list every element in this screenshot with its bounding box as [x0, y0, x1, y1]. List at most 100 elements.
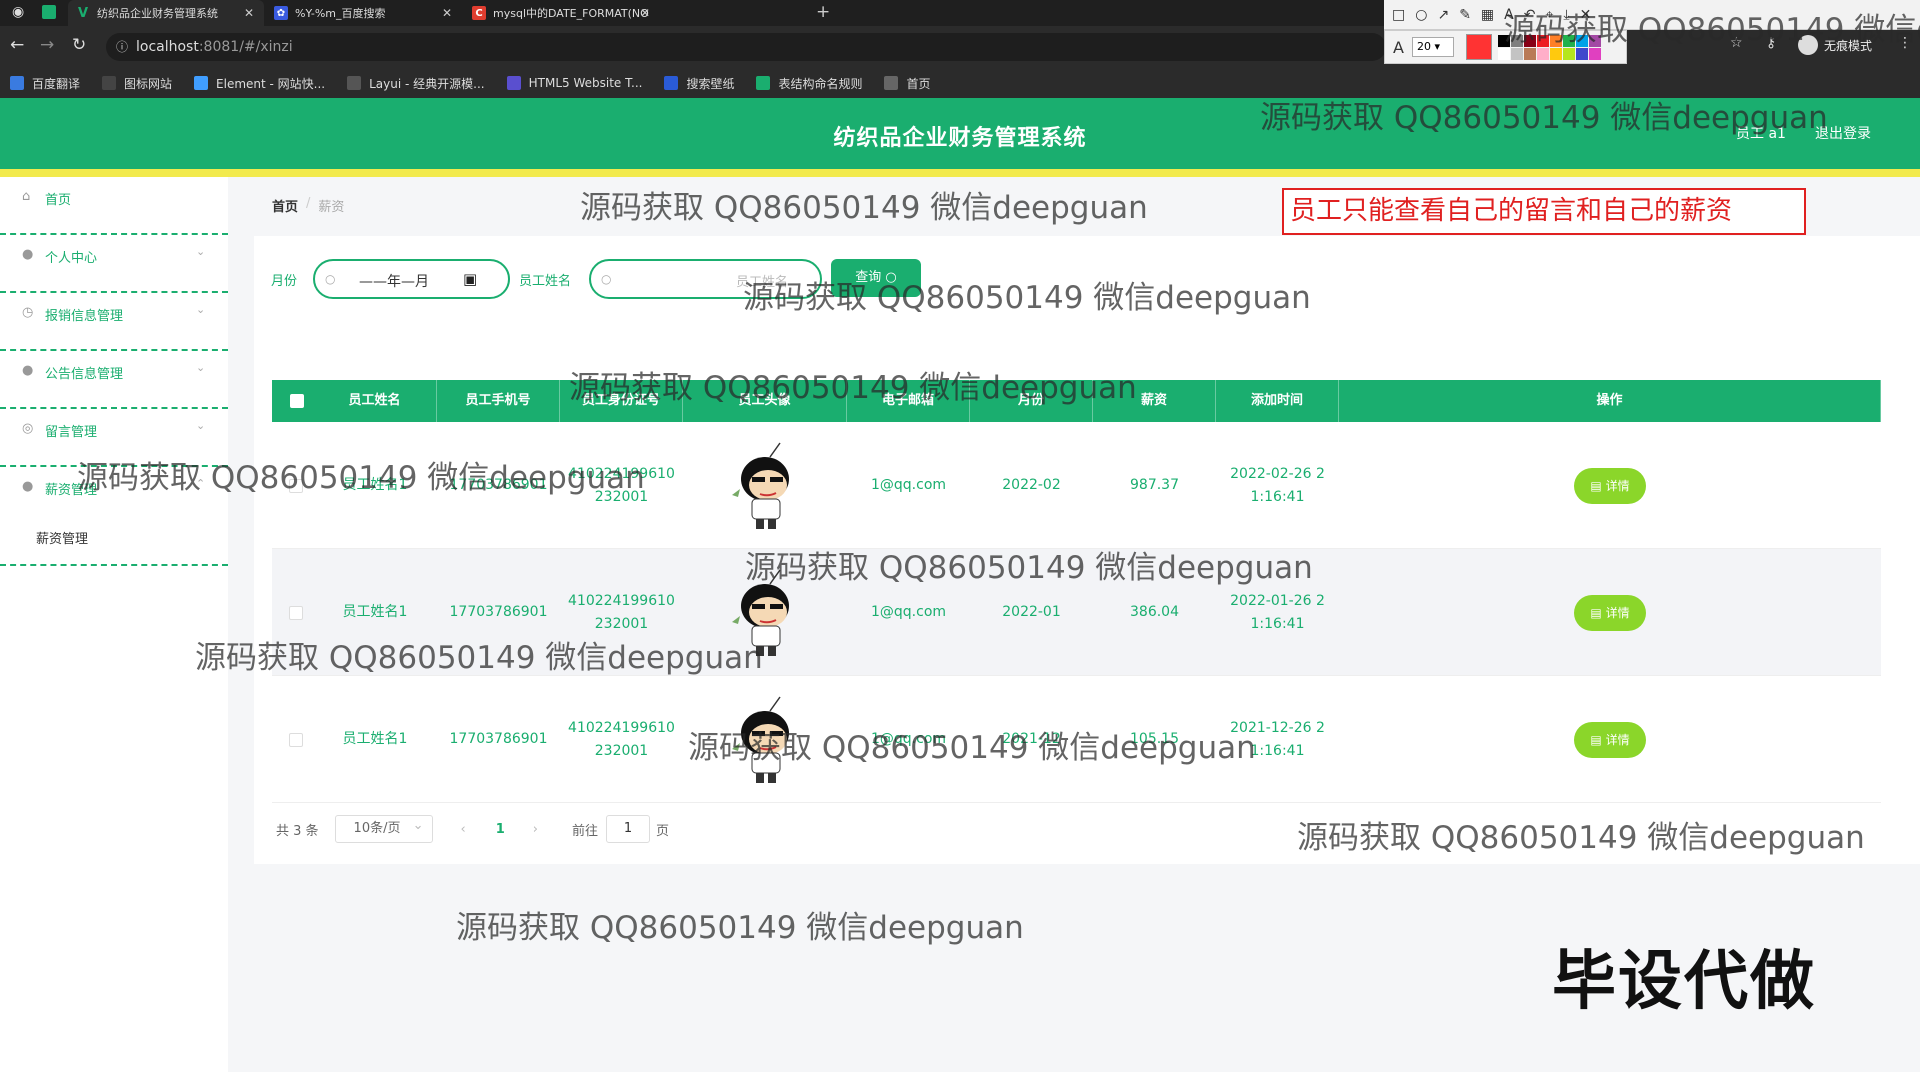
tab-baidu[interactable]: ✿ %Y-%m_百度搜索 ✕ — [266, 0, 462, 26]
cell-phone: 17703786901 — [449, 477, 548, 493]
undo-icon[interactable]: ↶ — [1524, 7, 1536, 23]
cell-id-card: 410224199610232001 — [568, 592, 675, 632]
close-annotation-icon[interactable]: ✕ — [1580, 7, 1592, 23]
bookmark-label: 百度翻译 — [32, 76, 81, 91]
select-all-checkbox[interactable] — [290, 394, 304, 408]
sidebar-item-reimbursement[interactable]: ◷ 报销信息管理 ⌄ — [0, 293, 228, 351]
month-picker[interactable]: ○ ——年—月 ▣ — [313, 259, 510, 299]
header-accent-strip — [0, 169, 1920, 177]
page-size-select[interactable]: 10条/页 — [334, 813, 433, 843]
reload-icon[interactable]: ↻ — [72, 35, 86, 55]
color-palette[interactable] — [1497, 34, 1601, 60]
chevron-down-icon: ⌄ — [196, 419, 206, 432]
tab-group-icon[interactable] — [42, 5, 56, 19]
incognito-indicator[interactable]: 无痕模式 — [1798, 35, 1872, 55]
table-cell: 410224199610232001 — [560, 549, 683, 676]
bookmark-label: 图标网站 — [124, 76, 173, 91]
palette-swatch[interactable] — [1523, 34, 1536, 47]
table-cell: 1@qq.com — [847, 676, 970, 803]
palette-swatch[interactable] — [1549, 47, 1562, 60]
annotation-note: 员工只能查看自己的留言和自己的薪资 — [1282, 188, 1806, 235]
new-tab-icon[interactable]: + — [816, 2, 830, 22]
tab-csdn[interactable]: C mysql中的DATE_FORMAT(NO ✕ — [464, 0, 660, 26]
font-size-select[interactable]: 20 ▾ — [1411, 37, 1454, 57]
bookmark-item[interactable]: Layui - 经典开源模... — [347, 75, 485, 92]
breadcrumb-home[interactable]: 首页 — [272, 196, 298, 215]
save-icon[interactable]: ⤓ — [1563, 7, 1569, 23]
palette-swatch[interactable] — [1562, 47, 1575, 60]
tab-app[interactable]: V 纺织品企业财务管理系统 ✕ — [68, 0, 264, 26]
arrow-tool-icon[interactable]: ↗ — [1437, 7, 1449, 23]
detail-button[interactable]: ▤ 详情 — [1574, 467, 1646, 504]
bookmark-icon — [664, 76, 679, 90]
palette-swatch[interactable] — [1510, 34, 1523, 47]
table-row: 员工姓名1 17703786901 410224199610232001 1@qq.c… — [272, 549, 1881, 676]
more-menu-icon[interactable]: ⋮ — [1898, 35, 1912, 51]
palette-swatch[interactable] — [1562, 34, 1575, 47]
url-input[interactable]: ⓘ localhost:8081/#/xinzi — [106, 33, 1386, 61]
pen-tool-icon[interactable]: ✎ — [1459, 7, 1471, 23]
row-checkbox[interactable] — [289, 479, 303, 493]
row-checkbox[interactable] — [289, 733, 303, 747]
sidebar-item-profile[interactable]: ● 个人中心 ⌄ — [0, 235, 228, 293]
rectangle-tool-icon[interactable]: □ — [1392, 7, 1405, 23]
palette-swatch[interactable] — [1588, 47, 1601, 60]
bookmark-item[interactable]: 百度翻译 — [10, 75, 80, 92]
back-icon[interactable]: ← — [10, 35, 24, 55]
sidebar-item-messages[interactable]: ◎ 留言管理 ⌄ — [0, 409, 228, 467]
ellipse-tool-icon[interactable]: ○ — [1415, 7, 1427, 23]
sidebar-item-home[interactable]: ⌂ 首页 — [0, 177, 228, 235]
bookmark-item[interactable]: 搜索壁纸 — [664, 75, 734, 92]
palette-swatch[interactable] — [1549, 34, 1562, 47]
table-cell: 17703786901 — [437, 422, 560, 549]
active-color-swatch[interactable] — [1465, 34, 1492, 60]
palette-swatch[interactable] — [1536, 47, 1549, 60]
palette-swatch[interactable] — [1536, 34, 1549, 47]
bookmark-item[interactable]: HTML5 Website T... — [506, 76, 643, 90]
bookmark-label: HTML5 Website T... — [528, 76, 643, 90]
app-header: 纺织品企业财务管理系统 员工 a1 退出登录 — [0, 98, 1920, 169]
palette-swatch[interactable] — [1497, 47, 1510, 60]
pin-tool-icon[interactable]: ⌖ — [1545, 7, 1553, 23]
detail-button-label: 详情 — [1605, 478, 1630, 493]
calendar-icon[interactable]: ▣ — [463, 270, 477, 288]
detail-button[interactable]: ▤ 详情 — [1574, 721, 1646, 758]
pagination: 共 3 条 10条/页 ‹ 1 › 前往 1 页 — [276, 813, 669, 843]
cell-email: 1@qq.com — [870, 477, 947, 493]
palette-swatch[interactable] — [1510, 47, 1523, 60]
close-tab-icon[interactable]: ✕ — [640, 6, 650, 20]
page-number[interactable]: 1 — [496, 822, 505, 837]
palette-swatch[interactable] — [1588, 34, 1601, 47]
column-header: 员工身份证号 — [560, 380, 683, 422]
goto-page-input[interactable]: 1 — [606, 815, 651, 843]
info-icon[interactable]: ⓘ — [116, 33, 128, 61]
sidebar-subitem-salary-management[interactable]: 薪资管理 — [0, 508, 228, 566]
query-button[interactable]: 查询 ○ — [831, 259, 921, 297]
palette-swatch[interactable] — [1497, 34, 1510, 47]
palette-swatch[interactable] — [1523, 47, 1536, 60]
close-tab-icon[interactable]: ✕ — [244, 6, 254, 20]
row-checkbox[interactable] — [289, 606, 303, 620]
browser-menu-icon[interactable]: ◉ — [12, 4, 24, 20]
close-tab-icon[interactable]: ✕ — [442, 6, 452, 20]
annotation-toolbar: □ ○ ↗ ✎ ▦ A ↶ ⌖ ⤓ ✕ — [1384, 0, 1920, 30]
tab-title: %Y-%m_百度搜索 — [295, 7, 386, 20]
bookmark-item[interactable]: Element - 网站快... — [194, 75, 325, 92]
palette-swatch[interactable] — [1575, 34, 1588, 47]
bookmark-item[interactable]: 图标网站 — [102, 75, 172, 92]
bookmark-item[interactable]: 表结构命名规则 — [756, 75, 862, 92]
sidebar-item-announcements[interactable]: ● 公告信息管理 ⌄ — [0, 351, 228, 409]
detail-button[interactable]: ▤ 详情 — [1574, 594, 1646, 631]
star-icon[interactable]: ☆ — [1730, 35, 1743, 51]
text-tool-icon[interactable]: A — [1504, 7, 1514, 23]
palette-swatch[interactable] — [1575, 47, 1588, 60]
key-icon[interactable]: ⚷ — [1766, 35, 1776, 51]
mosaic-tool-icon[interactable]: ▦ — [1481, 7, 1494, 23]
bookmark-item[interactable]: 首页 — [884, 75, 931, 92]
logout-link[interactable]: 退出登录 — [1815, 123, 1871, 143]
month-value: ——年—月 — [359, 274, 429, 290]
prev-page-icon[interactable]: ‹ — [461, 822, 466, 837]
forward-icon[interactable]: → — [40, 35, 54, 55]
employee-name-input[interactable]: ○ 员工姓名 — [589, 259, 822, 299]
next-page-icon[interactable]: › — [533, 822, 538, 837]
